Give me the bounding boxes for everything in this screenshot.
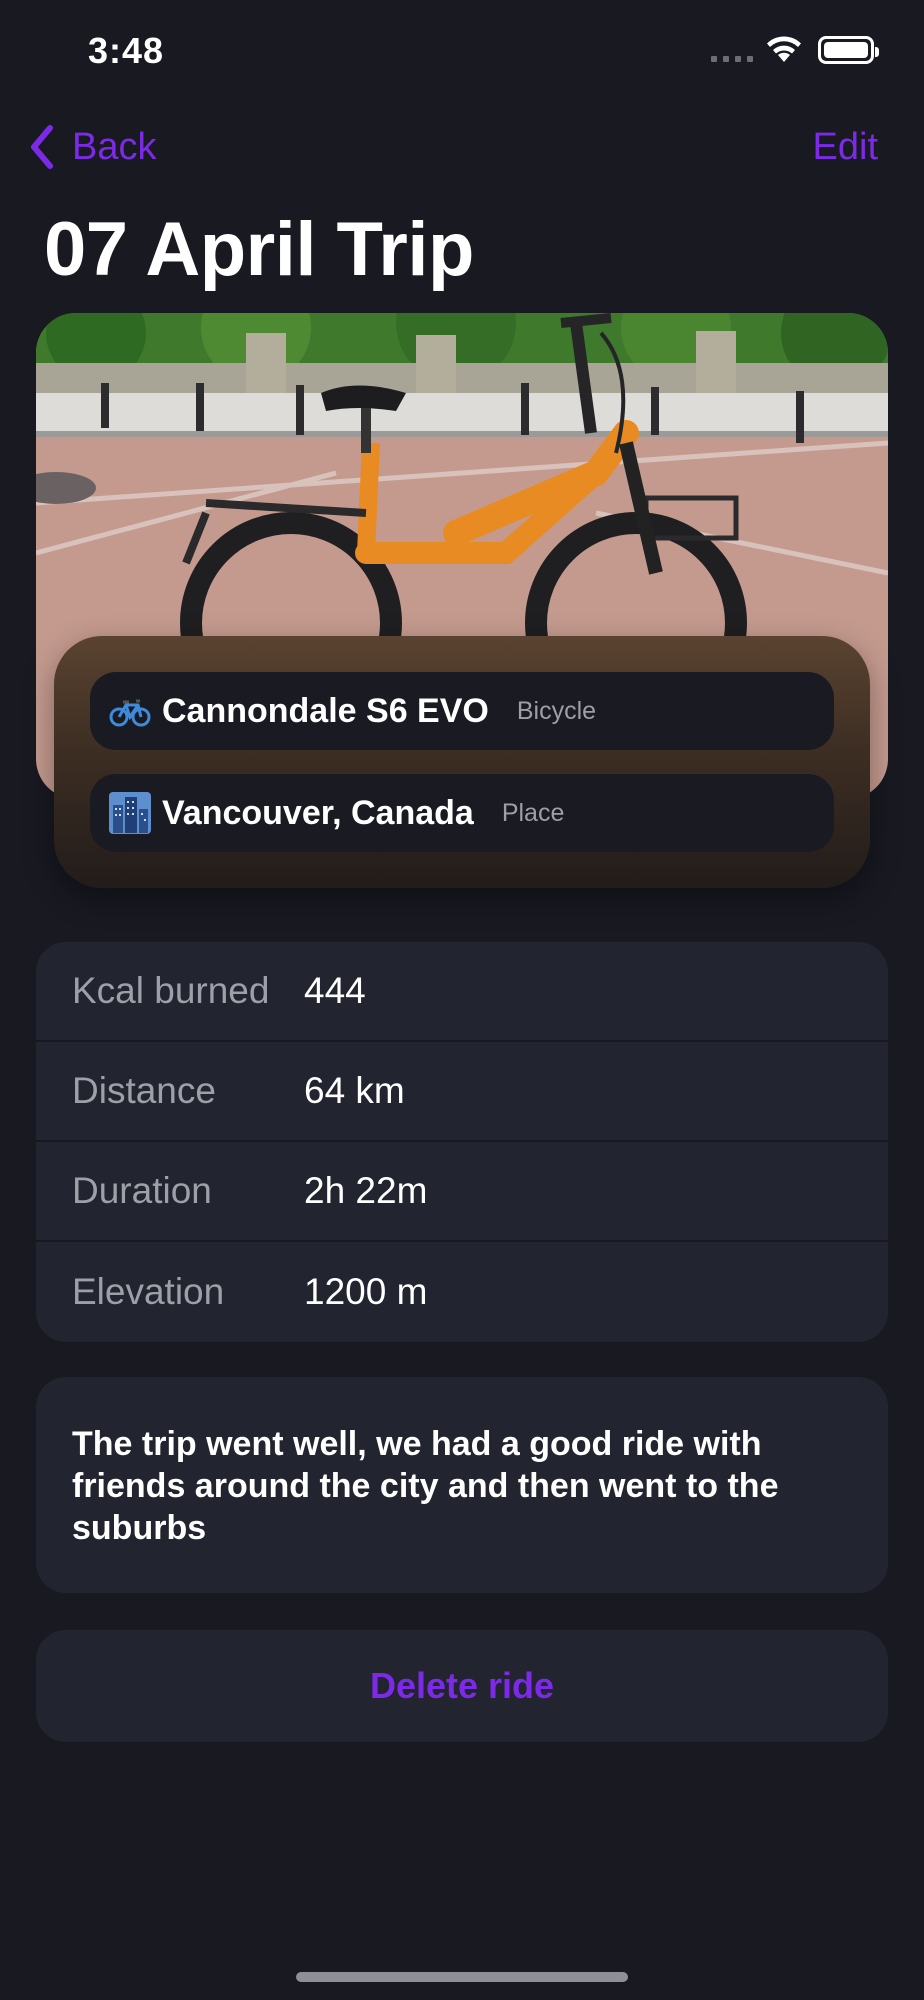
home-indicator[interactable] <box>296 1972 628 1982</box>
cellular-signal-icon <box>711 56 753 62</box>
wifi-icon <box>767 36 801 62</box>
stat-label: Distance <box>72 1070 216 1111</box>
stat-row-kcal: Kcal burned 444 <box>36 942 888 1042</box>
ride-tags-card: Cannondale S6 EVO Bicycle Vancouver, Can… <box>54 636 870 888</box>
page-title: 07 April Trip <box>44 207 474 292</box>
status-bar: 3:48 <box>0 0 924 100</box>
stat-label: Kcal burned <box>72 970 270 1011</box>
bicycle-emoji-icon <box>109 699 151 727</box>
stat-row-elevation: Elevation 1200 m <box>36 1242 888 1342</box>
stat-row-distance: Distance 64 km <box>36 1042 888 1142</box>
stat-value: 1200 m <box>304 1271 428 1312</box>
battery-icon <box>818 36 879 64</box>
back-button[interactable]: Back <box>28 124 156 170</box>
stat-value: 444 <box>304 970 366 1011</box>
ride-stats-table: Kcal burned 444 Distance 64 km Duration … <box>36 942 888 1342</box>
cityscape-emoji-icon <box>109 792 151 834</box>
status-time: 3:48 <box>88 30 165 71</box>
ride-notes-card: The trip went well, we had a good ride w… <box>36 1377 888 1593</box>
back-label: Back <box>72 125 157 168</box>
edit-button[interactable]: Edit <box>813 126 878 169</box>
place-tag[interactable]: Vancouver, Canada Place <box>90 774 834 852</box>
stat-value: 2h 22m <box>304 1170 428 1211</box>
ride-notes-text: The trip went well, we had a good ride w… <box>72 1425 779 1547</box>
place-kind: Place <box>501 798 565 827</box>
bicycle-kind: Bicycle <box>516 696 597 725</box>
place-name: Vancouver, Canada <box>162 793 474 832</box>
stat-value: 64 km <box>304 1070 405 1111</box>
stat-label: Elevation <box>72 1271 225 1312</box>
bicycle-name: Cannondale S6 EVO <box>162 691 489 730</box>
delete-ride-button[interactable]: Delete ride <box>36 1630 888 1742</box>
stat-row-duration: Duration 2h 22m <box>36 1142 888 1242</box>
ride-detail-screen: 3:48 Back Edit 07 April Trip Cannondale … <box>0 0 924 2000</box>
bicycle-tag[interactable]: Cannondale S6 EVO Bicycle <box>90 672 834 750</box>
chevron-left-icon <box>31 125 53 169</box>
stat-label: Duration <box>72 1170 212 1211</box>
